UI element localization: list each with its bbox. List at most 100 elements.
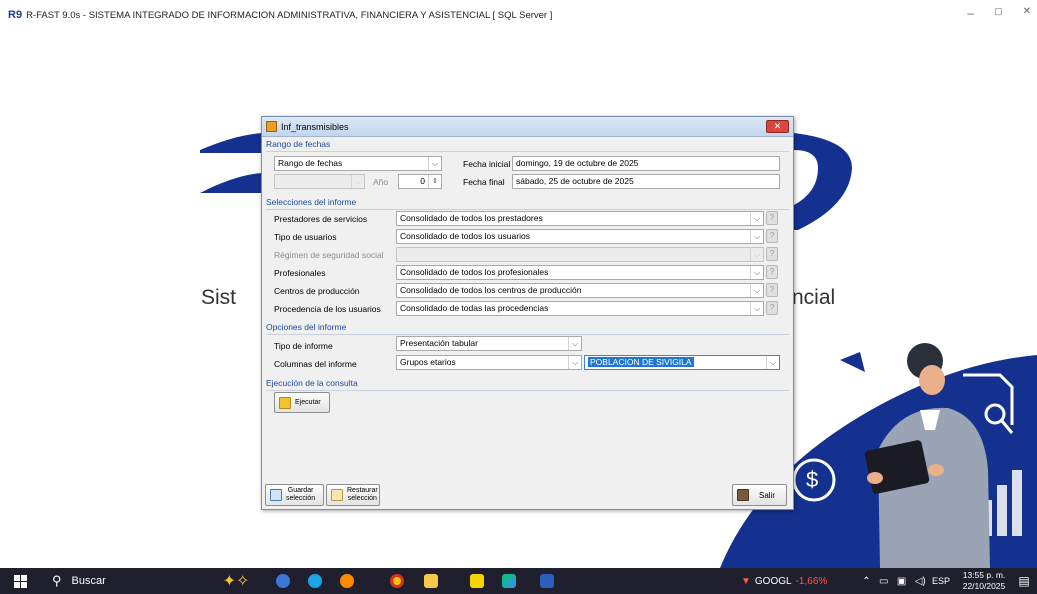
user-type-select[interactable]: Consolidado de todos los usuarios ⌵ (396, 229, 764, 244)
section-report-selections: Selecciones del informe (266, 197, 789, 210)
volume-icon[interactable]: ◁) (915, 576, 926, 587)
taskbar-app-edge[interactable] (304, 568, 326, 594)
restore-selection-text: Restaurar selección (347, 487, 378, 503)
providers-help-icon[interactable]: ? (766, 211, 778, 225)
social-security-select[interactable]: ⌵ (396, 247, 764, 262)
dialog-title: Inf_transmisibles (281, 121, 349, 132)
professionals-help-icon[interactable]: ? (766, 265, 778, 279)
restore-icon (331, 489, 343, 501)
columns-select[interactable]: Grupos etarios ⌵ (396, 355, 582, 370)
word-icon (540, 574, 554, 588)
taskbar-app-widgets[interactable] (272, 568, 294, 594)
stock-change: -1,66% (795, 575, 828, 587)
run-icon (279, 396, 291, 409)
year-value: 0 (420, 176, 425, 186)
firefox-icon (340, 574, 354, 588)
production-centers-help-icon[interactable]: ? (766, 283, 778, 297)
exit-label: Salir (759, 490, 776, 500)
background-text-left: Sist (201, 286, 237, 309)
taskbar-app-chrome[interactable] (386, 568, 408, 594)
clock[interactable]: 13:55 p. m. 22/10/2025 (956, 568, 1012, 594)
edge-icon (308, 574, 322, 588)
providers-select[interactable]: Consolidado de todos los prestadores ⌵ (396, 211, 764, 226)
spinner-arrows-icon[interactable]: ⇕ (428, 175, 441, 188)
period-select[interactable]: ⌵ (274, 174, 365, 189)
professionals-value: Consolidado de todos los profesionales (400, 267, 549, 277)
run-button[interactable]: Ejecutar (274, 392, 330, 413)
folder-icon (424, 574, 438, 588)
taskbar: ⚲ Buscar ✦✧ ▼ GOOGL -1,66% ⌃ ▭ ▣ ◁) ESP … (0, 568, 1037, 594)
report-type-select[interactable]: Presentación tabular ⌵ (396, 336, 582, 351)
stock-widget[interactable]: ▼ GOOGL -1,66% (741, 568, 861, 594)
section-date-range: Rango de fechas (266, 139, 789, 152)
search-icon: ⚲ (52, 573, 62, 588)
exit-door-icon (737, 489, 749, 501)
report-type-value: Presentación tabular (400, 338, 478, 348)
copilot-sparkle-icon[interactable]: ✦✧ (215, 568, 257, 594)
taskbar-app-play[interactable] (498, 568, 520, 594)
stock-down-arrow-icon: ▼ (741, 575, 751, 587)
production-centers-select[interactable]: Consolidado de todos los centros de prod… (396, 283, 764, 298)
selection-label-production-centers: Centros de producción (274, 286, 360, 296)
display-icon[interactable]: ▣ (897, 576, 906, 587)
restore-selection-button[interactable]: Restaurar selección (326, 484, 380, 506)
save-selection-button[interactable]: Guardar selección (265, 484, 324, 506)
user-origin-help-icon[interactable]: ? (766, 301, 778, 315)
exit-button[interactable]: Salir (732, 484, 787, 506)
dialog-close-button[interactable]: ✕ (766, 120, 789, 133)
taskbar-search[interactable]: ⚲ Buscar (52, 568, 142, 594)
columns-label: Columnas del informe (274, 359, 357, 369)
search-label: Buscar (71, 575, 106, 587)
social-security-help-icon[interactable]: ? (766, 247, 778, 261)
dollar-icon: $ (806, 467, 819, 492)
windows-logo-icon (13, 574, 27, 588)
professionals-select[interactable]: Consolidado de todos los profesionales ⌵ (396, 265, 764, 280)
range-type-select[interactable]: Rango de fechas ⌵ (274, 156, 442, 171)
chevron-down-icon: ⌵ (750, 248, 763, 261)
restore-label-line2: selección (347, 495, 377, 502)
providers-value: Consolidado de todos los prestadores (400, 213, 543, 223)
save-selection-text: Guardar selección (286, 487, 315, 503)
user-type-value: Consolidado de todos los usuarios (400, 231, 530, 241)
chevron-down-icon: ⌵ (568, 337, 581, 350)
section-report-options: Opciones del informe (266, 322, 789, 335)
population-select[interactable]: POBLACION DE SIVIGILA ⌵ (584, 355, 780, 370)
clock-date: 22/10/2025 (962, 581, 1006, 591)
user-origin-value: Consolidado de todas las procedencias (400, 303, 549, 313)
year-spinner[interactable]: 0 ⇕ (398, 174, 442, 189)
chevron-down-icon: ⌵ (750, 230, 763, 243)
start-button[interactable] (8, 568, 32, 594)
chevron-down-icon: ⌵ (568, 356, 581, 369)
population-value: POBLACION DE SIVIGILA (588, 357, 694, 367)
background-text-right: ncial (792, 286, 836, 309)
chevron-down-icon: ⌵ (766, 356, 779, 369)
taskbar-app-word[interactable] (536, 568, 558, 594)
notifications-icon[interactable]: ▤ (1015, 568, 1033, 594)
end-date-field[interactable]: sábado, 25 de octubre de 2025 (512, 174, 780, 189)
taskbar-app-sticky[interactable] (466, 568, 488, 594)
dialog-title-bar: Inf_transmisibles (262, 117, 793, 137)
year-label: Año (373, 177, 389, 187)
report-type-label: Tipo de informe (274, 341, 333, 351)
system-tray: ⌃ ▭ ▣ ◁) (858, 568, 930, 594)
chevron-down-icon: ⌵ (750, 284, 763, 297)
user-type-help-icon[interactable]: ? (766, 229, 778, 243)
play-store-icon (502, 574, 516, 588)
start-date-field[interactable]: domingo, 19 de octubre de 2025 (512, 156, 780, 171)
language-indicator[interactable]: ESP (930, 568, 952, 594)
start-date-label: Fecha inicial (463, 159, 511, 169)
production-centers-value: Consolidado de todos los centros de prod… (400, 285, 582, 295)
chevron-up-icon[interactable]: ⌃ (862, 576, 870, 587)
chevron-down-icon: ⌵ (750, 212, 763, 225)
taskbar-app-firefox[interactable] (336, 568, 358, 594)
range-type-value: Rango de fechas (278, 158, 343, 168)
clock-time: 13:55 p. m. (962, 570, 1006, 580)
end-date-label: Fecha final (463, 177, 505, 187)
taskbar-app-explorer[interactable] (420, 568, 442, 594)
user-origin-select[interactable]: Consolidado de todas las procedencias ⌵ (396, 301, 764, 316)
selection-label-professionals: Profesionales (274, 268, 326, 278)
network-icon[interactable]: ▭ (879, 576, 888, 587)
chevron-down-icon: ⌵ (750, 266, 763, 279)
report-dialog: Inf_transmisibles ✕ Rango de fechas Rang… (261, 116, 794, 510)
selection-label-social-security: Régimen de seguridad social (274, 250, 384, 260)
